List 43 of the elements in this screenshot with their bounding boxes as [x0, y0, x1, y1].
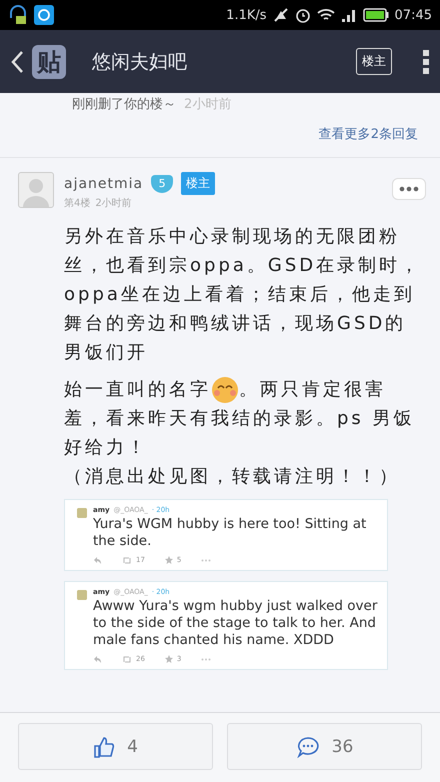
comment-button[interactable]: 36	[227, 723, 422, 770]
more-button[interactable]	[392, 178, 426, 200]
network-speed: 1.1K/s	[226, 8, 267, 22]
smiley-icon	[211, 376, 239, 404]
alarm-icon	[294, 7, 311, 23]
more-icon	[201, 658, 212, 660]
tweet-text: Awww Yura's wgm hubby just walked over to the side of the stage to talk to her. And male fans chanted his name. XDDD	[93, 598, 378, 649]
like-button[interactable]: 4	[18, 723, 213, 770]
reply-text: 刚刚删了你的楼～	[72, 96, 176, 113]
reply-time: 2小时前	[184, 96, 232, 113]
avatar	[18, 172, 54, 208]
post-text: 。两只肯定很害	[239, 378, 386, 402]
owner-badge: 楼主	[181, 172, 216, 195]
thumbs-up-icon	[93, 736, 116, 758]
forum-title: 悠闲夫妇吧	[92, 50, 188, 74]
tweet-avatar	[77, 590, 87, 600]
tweet-text: Yura's WGM hubby is here too! Sitting at the side.	[93, 516, 368, 550]
post-text: 另外在音乐中心录制现场的无限团粉丝，也看到宗oppa。GSD在录制时，oppa坐在边上看着；结束后，他走到舞台的旁边和鸭绒讲话，现场GSD的男饭们开	[64, 225, 422, 365]
post-time: 2小时前	[95, 196, 132, 210]
back-icon[interactable]	[10, 50, 24, 74]
more-icon	[399, 186, 419, 192]
more-replies-link[interactable]: 查看更多2条回复	[318, 127, 418, 142]
signal-icon	[340, 7, 357, 23]
star-icon	[164, 556, 173, 564]
forum-logo: 贴	[32, 44, 66, 78]
floor-number: 第4楼	[64, 196, 90, 210]
more-icon	[201, 558, 212, 562]
post-text: （消息出处见图，转载请注明！！）	[64, 465, 401, 489]
retweet-icon	[122, 656, 132, 662]
battery-icon	[362, 8, 389, 22]
tweet-avatar	[77, 508, 87, 518]
post-text: 始一直叫的名字	[64, 378, 211, 402]
more-menu-icon[interactable]	[422, 48, 430, 74]
level-badge: 5	[151, 174, 174, 192]
clock: 07:45	[394, 8, 432, 22]
owner-only-button[interactable]: 楼主	[356, 48, 392, 75]
username[interactable]: ajanetmia	[64, 176, 144, 192]
star-icon	[164, 655, 173, 663]
retweet-icon	[122, 556, 132, 564]
comment-icon	[296, 736, 320, 758]
post-text: 羞，看来昨天有我结的录影。ps 男饭好给力！	[64, 407, 416, 460]
reply-icon	[93, 556, 102, 564]
reply-icon	[93, 656, 102, 662]
